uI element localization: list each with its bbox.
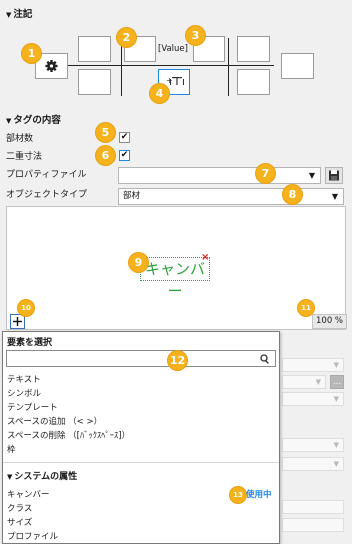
collapse-triangle-icon: ▼ bbox=[6, 117, 12, 125]
system-item-camber[interactable]: キャンバー bbox=[7, 488, 50, 500]
svg-text:+: + bbox=[166, 76, 173, 85]
annotation-value-label[interactable]: [Value] bbox=[158, 44, 188, 54]
badge-1: 1 bbox=[22, 44, 41, 63]
system-item-profile[interactable]: プロファイル bbox=[7, 530, 58, 542]
annotation-slot-top-right[interactable] bbox=[237, 36, 270, 62]
menu-item-template[interactable]: テンプレート bbox=[7, 401, 58, 413]
add-element-plus-button[interactable] bbox=[10, 314, 25, 329]
annotation-baseline bbox=[64, 65, 274, 66]
part-count-label: 部材数 bbox=[6, 134, 34, 144]
in-use-label: 使用中 bbox=[246, 490, 272, 500]
badge-8: 8 bbox=[283, 185, 302, 204]
disabled-field-7 bbox=[282, 518, 344, 532]
preview-tag-element[interactable]: キャンバー bbox=[140, 257, 210, 300]
system-item-class[interactable]: クラス bbox=[7, 502, 32, 514]
chevron-down-icon: ▼ bbox=[331, 192, 338, 201]
object-type-dropdown[interactable]: 部材 ▼ bbox=[118, 188, 344, 205]
section-tag-content-header[interactable]: ▼ タグの内容 bbox=[6, 112, 61, 126]
disabled-field-6 bbox=[282, 500, 344, 514]
menu-item-remove-space[interactable]: スペースの削除 （[ﾊﾞｯｸｽﾍﾟｰｽ]） bbox=[7, 429, 130, 441]
annotation-divider-left bbox=[121, 38, 122, 96]
disabled-browse-button: … bbox=[330, 375, 344, 389]
annotation-slot-top-left[interactable] bbox=[78, 36, 111, 62]
disabled-field-5: ▼ bbox=[282, 457, 344, 471]
popup-title: 要素を選択 bbox=[7, 338, 53, 348]
property-file-label: プロパティファイル bbox=[6, 170, 87, 180]
disabled-field-4: ▼ bbox=[282, 438, 344, 452]
system-item-size[interactable]: サイズ bbox=[7, 516, 32, 528]
menu-item-add-space[interactable]: スペースの追加 （< >） bbox=[7, 415, 102, 427]
collapse-triangle-icon: ▼ bbox=[6, 11, 12, 19]
double-dimension-label: 二重寸法 bbox=[6, 152, 43, 162]
popup-divider bbox=[3, 462, 279, 463]
element-search-input[interactable] bbox=[6, 350, 276, 367]
plus-icon bbox=[13, 317, 22, 326]
badge-7: 7 bbox=[256, 164, 275, 183]
save-icon bbox=[329, 170, 339, 181]
annotation-slot-far-right[interactable] bbox=[281, 53, 314, 79]
badge-11: 11 bbox=[298, 300, 314, 316]
badge-9: 9 bbox=[129, 253, 148, 272]
menu-item-frame[interactable]: 枠 bbox=[7, 443, 16, 455]
object-type-label: オブジェクトタイプ bbox=[6, 190, 88, 200]
save-button[interactable] bbox=[325, 167, 343, 184]
badge-4: 4 bbox=[150, 84, 169, 103]
property-file-dropdown[interactable]: ▼ bbox=[118, 167, 321, 184]
collapse-triangle-icon: ▼ bbox=[7, 473, 13, 481]
disabled-field-2: ▼ bbox=[282, 375, 326, 389]
annotation-slot-bottom-left[interactable] bbox=[78, 69, 111, 95]
badge-5: 5 bbox=[96, 123, 115, 142]
zoom-level: 100 % bbox=[312, 314, 348, 329]
search-icon bbox=[260, 354, 269, 364]
badge-12: 12 bbox=[168, 351, 187, 370]
section-annotation-header[interactable]: ▼ 注記 bbox=[6, 6, 32, 20]
badge-6: 6 bbox=[96, 146, 115, 165]
badge-10: 10 bbox=[18, 300, 34, 316]
badge-2: 2 bbox=[117, 28, 136, 47]
annotation-divider-right bbox=[228, 38, 229, 96]
badge-3: 3 bbox=[186, 26, 205, 45]
disabled-field-3: ▼ bbox=[282, 392, 344, 406]
system-attributes-header[interactable]: ▼ システムの属性 bbox=[7, 469, 77, 482]
chevron-down-icon: ▼ bbox=[308, 171, 315, 180]
menu-item-symbol[interactable]: シンボル bbox=[7, 387, 41, 399]
element-selection-popup: 要素を選択 12 テキスト シンボル テンプレート スペースの追加 （< >） … bbox=[2, 331, 280, 544]
badge-13: 13 bbox=[230, 487, 246, 503]
part-count-checkbox[interactable]: ✔ bbox=[119, 132, 130, 143]
menu-item-text[interactable]: テキスト bbox=[7, 373, 41, 385]
gear-icon bbox=[45, 60, 58, 72]
disabled-field-1: ▼ bbox=[282, 358, 344, 372]
annotation-slot-bottom-right[interactable] bbox=[237, 69, 270, 95]
double-dimension-checkbox[interactable]: ✔ bbox=[119, 150, 130, 161]
delete-x-icon[interactable]: × bbox=[201, 253, 209, 263]
